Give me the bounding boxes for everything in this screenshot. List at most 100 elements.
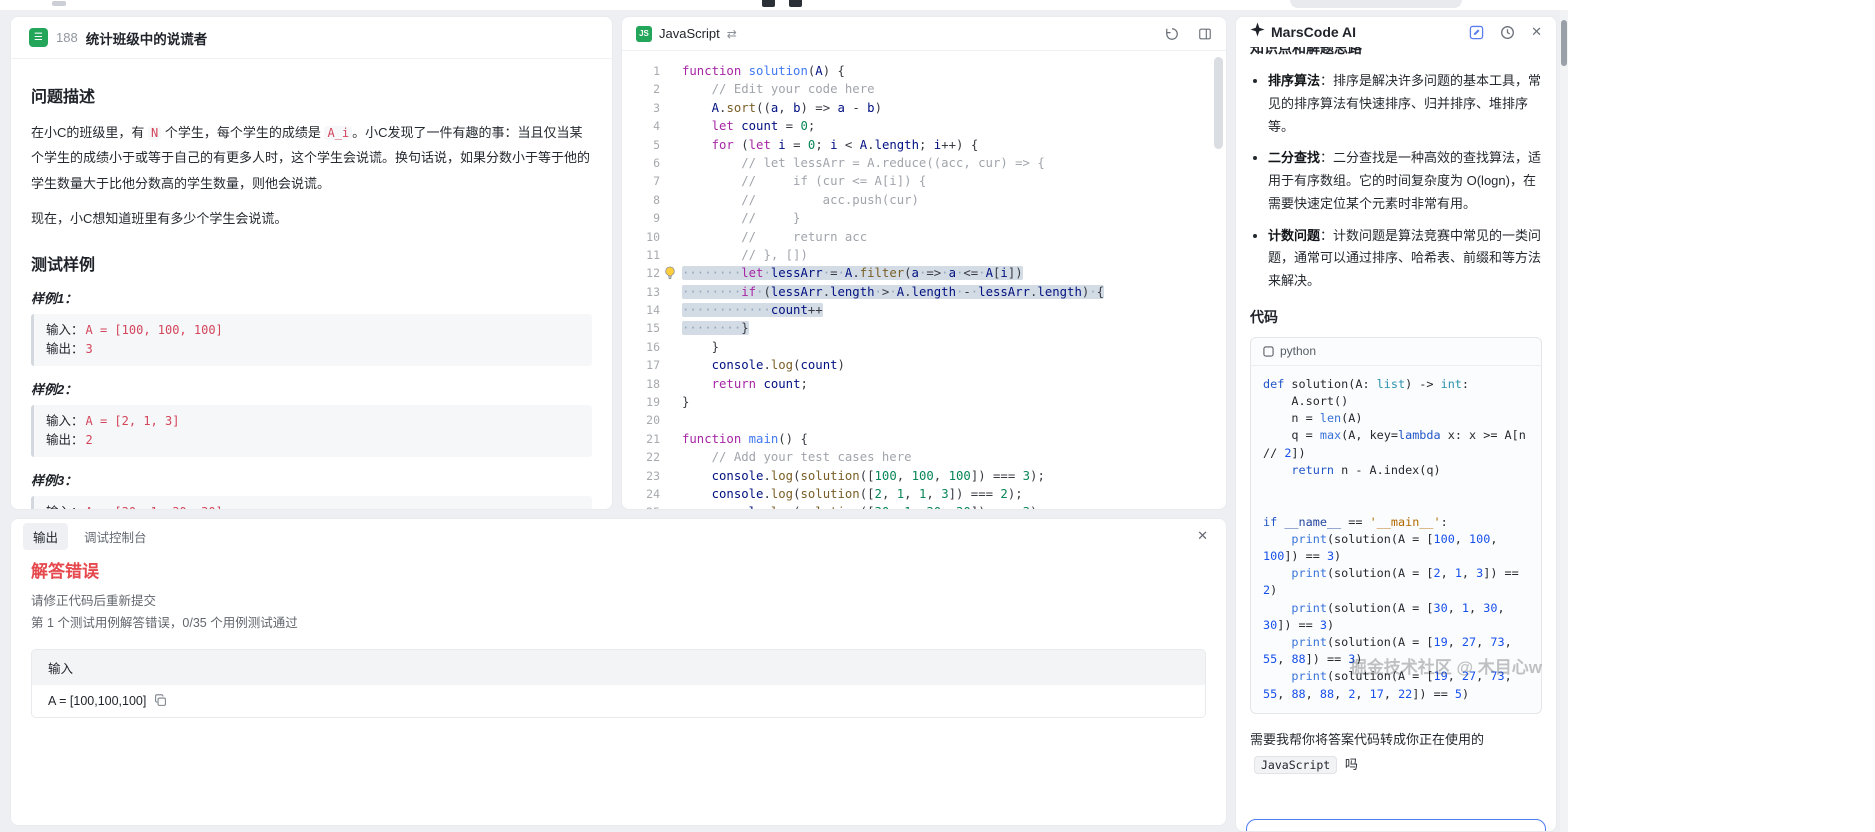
code-line[interactable]: 5 for (let i = 0; i < A.length; i++) {: [622, 136, 1226, 154]
problem-header: ☰ 188 统计班级中的说谎者: [11, 17, 612, 59]
line-number: 1: [622, 62, 660, 80]
copy-icon[interactable]: [154, 694, 167, 707]
code-line[interactable]: 14············count++: [622, 301, 1226, 319]
python-code-line: A.sort(): [1263, 393, 1529, 410]
code-line[interactable]: 23 console.log(solution([100, 100, 100])…: [622, 467, 1226, 485]
history-icon[interactable]: [1500, 25, 1515, 40]
window-scrollbar-track[interactable]: [1560, 10, 1568, 832]
ai-chat-input[interactable]: [1246, 819, 1546, 832]
line-number: 5: [622, 136, 660, 154]
problem-title: 统计班级中的说谎者: [86, 28, 208, 48]
desc-paragraph-1: 在小C的班级里，有 N 个学生，每个学生的成绩是 A_i。小C发现了一件有趣的事…: [31, 120, 592, 196]
sample-label: 样例3：: [31, 470, 592, 489]
result-hint-1: 请修正代码后重新提交: [31, 591, 1206, 613]
line-number: 20: [622, 411, 660, 429]
line-number: 2: [622, 80, 660, 98]
code-line[interactable]: 15········}: [622, 319, 1226, 337]
sample-box: 输入：A = [2, 1, 3]输出：2: [31, 405, 592, 457]
editor-panel: JS JavaScript ⇄ 1function solution(A) {2…: [621, 16, 1227, 510]
python-code-line: if __name__ == '__main__':: [1263, 514, 1529, 531]
code-line[interactable]: 3 A.sort((a, b) => a - b): [622, 99, 1226, 117]
output-panel: 输出 调试控制台 ✕ 解答错误 请修正代码后重新提交 第 1 个测试用例解答错误…: [10, 518, 1227, 826]
code-line[interactable]: 22 // Add your test cases here: [622, 448, 1226, 466]
switch-language-icon[interactable]: ⇄: [727, 27, 737, 41]
split-view-icon[interactable]: [1198, 27, 1212, 41]
ai-question: 需要我帮你将答案代码转成你正在使用的 JavaScript 吗: [1250, 728, 1542, 777]
line-number: 9: [622, 209, 660, 227]
result-hint-2: 第 1 个测试用例解答错误，0/35 个用例测试通过: [31, 613, 1206, 635]
editor-header: JS JavaScript ⇄: [622, 17, 1226, 51]
problem-id: 188: [56, 30, 78, 45]
ai-bullet: 计数问题：计数问题是算法竞赛中常见的一类问题，通常可以通过排序、哈希表、前缀和等…: [1268, 225, 1542, 293]
python-code-line: q = max(A, key=lambda x: x >= A[n // 2]): [1263, 427, 1529, 461]
line-number: 3: [622, 99, 660, 117]
testcase-input-value: A = [100,100,100]: [48, 694, 146, 708]
inline-code: N: [148, 126, 161, 140]
testcase-input-box: 输入 A = [100,100,100]: [31, 649, 1206, 718]
sample-input-value: A = [30, 1, 30, 30]: [86, 505, 223, 510]
sample-input-value: A = [2, 1, 3]: [86, 414, 180, 428]
python-code-line: print(solution(A = [30, 1, 30, 30]) == 3…: [1263, 600, 1529, 634]
code-line[interactable]: 19}: [622, 393, 1226, 411]
code-line[interactable]: 13········if·(lessArr.length·>·A.length·…: [622, 283, 1226, 301]
tab-debug-console[interactable]: 调试控制台: [74, 523, 157, 550]
code-line[interactable]: 16 }: [622, 338, 1226, 356]
code-line[interactable]: 9 // }: [622, 209, 1226, 227]
ai-panel-title: MarsCode AI: [1271, 24, 1453, 40]
line-number: 6: [622, 154, 660, 172]
close-ai-panel-icon[interactable]: ✕: [1531, 24, 1542, 40]
ai-clipped-heading: 知识点和解题思路: [1250, 47, 1542, 58]
code-line[interactable]: 6 // let lessArr = A.reduce((acc, cur) =…: [622, 154, 1226, 172]
tab-output[interactable]: 输出: [23, 523, 68, 550]
editor-language-label[interactable]: JavaScript: [659, 26, 720, 41]
line-number: 11: [622, 246, 660, 264]
code-line[interactable]: 11 // }, []): [622, 246, 1226, 264]
code-block-language: python: [1280, 344, 1316, 358]
top-right-pill: [1290, 0, 1462, 8]
reset-code-icon[interactable]: [1165, 27, 1179, 41]
samples-heading: 测试样例: [31, 251, 592, 275]
code-line[interactable]: 12········let·lessArr·=·A.filter(a·=>·a·…: [622, 264, 1226, 282]
ai-header: MarsCode AI ✕: [1236, 17, 1556, 47]
editor-scrollbar[interactable]: [1214, 57, 1223, 149]
window-scrollbar-thumb[interactable]: [1561, 20, 1567, 66]
nav-back-button[interactable]: [762, 0, 775, 7]
code-line[interactable]: 25 console.log(solution([30, 1, 30, 30])…: [622, 503, 1226, 510]
code-line[interactable]: 18 return count;: [622, 375, 1226, 393]
ai-code-heading: 代码: [1250, 307, 1542, 327]
ai-bullet: 二分查找：二分查找是一种高效的查找算法，适用于有序数组。它的时间复杂度为 O(l…: [1268, 147, 1542, 215]
marscode-logo-icon: [1250, 22, 1265, 42]
code-editor[interactable]: 1function solution(A) {2 // Edit your co…: [622, 51, 1226, 510]
line-number: 7: [622, 172, 660, 190]
code-line[interactable]: 17 console.log(count): [622, 356, 1226, 374]
output-tabs: 输出 调试控制台 ✕: [11, 519, 1226, 553]
new-chat-icon[interactable]: [1469, 25, 1484, 40]
sample-input-value: A = [100, 100, 100]: [86, 323, 223, 337]
line-number: 24: [622, 485, 660, 503]
line-number: 22: [622, 448, 660, 466]
line-number: 23: [622, 467, 660, 485]
code-line[interactable]: 2 // Edit your code here: [622, 80, 1226, 98]
code-line[interactable]: 1function solution(A) {: [622, 62, 1226, 80]
code-line[interactable]: 24 console.log(solution([2, 1, 1, 3]) ==…: [622, 485, 1226, 503]
code-line[interactable]: 10 // return acc: [622, 228, 1226, 246]
line-number: 4: [622, 117, 660, 135]
problem-doc-icon: ☰: [29, 28, 48, 47]
ai-bullet: 排序算法：排序是解决许多问题的基本工具，常见的排序算法有快速排序、归并排序、堆排…: [1268, 70, 1542, 138]
python-code-line: [1263, 496, 1529, 513]
result-status: 解答错误: [31, 557, 1206, 582]
line-number: 18: [622, 375, 660, 393]
code-line[interactable]: 7 // if (cur <= A[i]) {: [622, 172, 1226, 190]
code-line[interactable]: 8 // acc.push(cur): [622, 191, 1226, 209]
code-line[interactable]: 4 let count = 0;: [622, 117, 1226, 135]
code-line[interactable]: 21function main() {: [622, 430, 1226, 448]
line-number: 19: [622, 393, 660, 411]
nav-forward-button[interactable]: [789, 0, 802, 7]
close-output-panel-icon[interactable]: ✕: [1191, 528, 1214, 544]
watermark: 掘金技术社区 @ 木目心w: [1350, 653, 1542, 678]
inline-code: A_i: [324, 126, 352, 140]
samples-list: 样例1：输入：A = [100, 100, 100]输出：3样例2：输入：A =…: [31, 288, 592, 510]
python-icon: [1263, 346, 1274, 357]
code-line[interactable]: 20: [622, 411, 1226, 429]
top-chrome-strip: [0, 0, 1875, 10]
